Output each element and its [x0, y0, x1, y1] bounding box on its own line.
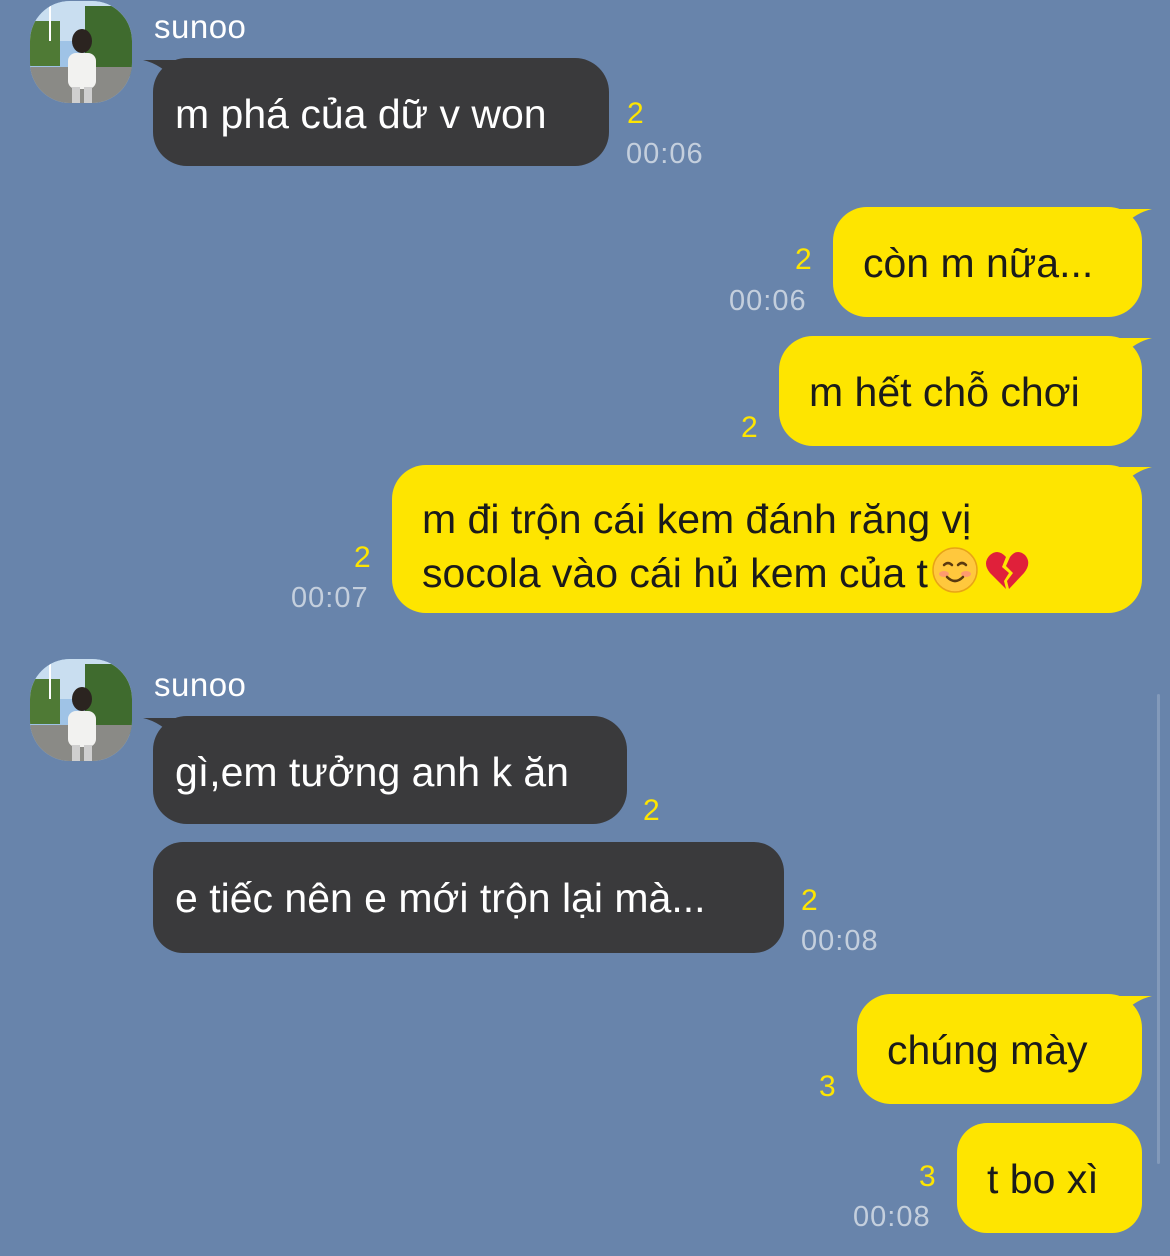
outgoing-message-bubble[interactable]: chúng mày — [857, 994, 1152, 1104]
bubble-tail — [1118, 209, 1152, 231]
bubble-tail — [1118, 467, 1152, 489]
message-time: 00:06 — [729, 285, 807, 317]
unread-count: 3 — [819, 1070, 836, 1103]
sender-name: sunoo — [154, 666, 247, 703]
unread-count: 2 — [801, 884, 818, 917]
broken-heart-icon — [985, 551, 1029, 589]
bubble-tail — [1118, 996, 1152, 1018]
message-text: chúng mày — [887, 1027, 1088, 1073]
outgoing-message-bubble[interactable]: còn m nữa... — [833, 207, 1152, 317]
message-text: e tiếc nên e mới trộn lại mà... — [175, 875, 706, 921]
bubble-tail — [1118, 338, 1152, 360]
message-text-line: m đi trộn cái kem đánh răng vị — [422, 496, 972, 542]
bubble-tail — [143, 718, 177, 740]
avatar-photo — [30, 659, 132, 761]
unread-count: 2 — [643, 794, 660, 827]
outgoing-message-bubble[interactable]: m đi trộn cái kem đánh răng vị socola và… — [392, 465, 1152, 613]
incoming-message-bubble[interactable]: m phá của dữ v won — [143, 58, 609, 166]
incoming-message-bubble[interactable]: gì,em tưởng anh k ăn — [143, 716, 627, 824]
message-time: 00:07 — [291, 582, 369, 614]
avatar-photo — [30, 1, 132, 103]
outgoing-message-bubble[interactable]: m hết chỗ chơi — [779, 336, 1152, 446]
bubble-tail — [143, 60, 177, 82]
unread-count: 2 — [741, 411, 758, 444]
sender-avatar[interactable] — [30, 1, 132, 103]
sender-avatar[interactable] — [30, 659, 132, 761]
outgoing-message-bubble[interactable]: t bo xì — [957, 1123, 1142, 1233]
message-time: 00:08 — [801, 925, 879, 957]
message-text: m hết chỗ chơi — [809, 369, 1080, 415]
message-text: t bo xì — [987, 1156, 1099, 1202]
incoming-message-bubble[interactable]: e tiếc nên e mới trộn lại mà... — [153, 842, 784, 953]
unread-count: 2 — [627, 97, 644, 130]
unread-count: 2 — [354, 541, 371, 574]
message-text-line: socola vào cái hủ kem của t — [422, 550, 928, 596]
message-text: m phá của dữ v won — [175, 91, 547, 137]
unread-count: 3 — [919, 1160, 936, 1193]
message-text: gì,em tưởng anh k ăn — [175, 749, 569, 795]
message-text: còn m nữa... — [863, 240, 1094, 286]
sender-name: sunoo — [154, 8, 247, 45]
unread-count: 2 — [795, 243, 812, 276]
chat-view[interactable]: sunoo m phá của dữ v won 2 00:06 còn m n… — [0, 0, 1170, 1256]
smiling-face-icon — [932, 547, 978, 593]
scrollbar[interactable] — [1157, 694, 1160, 1164]
message-time: 00:06 — [626, 138, 704, 170]
message-time: 00:08 — [853, 1201, 931, 1233]
